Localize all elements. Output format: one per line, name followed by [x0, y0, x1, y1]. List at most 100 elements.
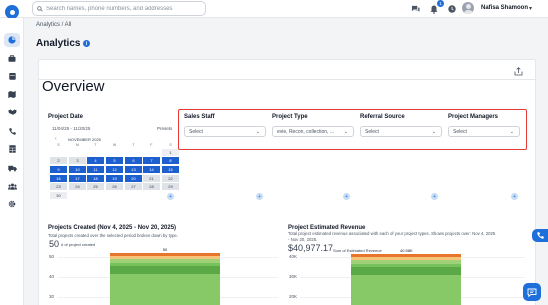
calendar-day[interactable]: 16	[50, 175, 67, 182]
chat-button[interactable]	[523, 283, 541, 301]
users-icon	[7, 183, 17, 190]
project-type-add-button[interactable]: +	[343, 193, 350, 200]
calendar-day[interactable]: 13	[125, 166, 142, 173]
projects-created-title: Projects Created (Nov 4, 2025 - Nov 20, …	[48, 225, 177, 231]
logo[interactable]	[5, 5, 19, 19]
chat-bubbles-icon[interactable]	[410, 4, 420, 14]
calendar-day[interactable]: 20	[125, 175, 142, 182]
calendar-add-button[interactable]: +	[167, 193, 174, 200]
sidebar-item-calendar[interactable]	[4, 69, 20, 83]
calendar-day[interactable]: 29	[162, 183, 179, 190]
sidebar-item-map[interactable]	[4, 87, 20, 101]
calendar-day[interactable]: 8	[162, 157, 179, 164]
y-tick-label: 40K	[289, 254, 298, 259]
calendar-day[interactable]: 5	[106, 157, 123, 164]
bar-segment[interactable]	[110, 266, 220, 274]
analytics-icon	[8, 36, 16, 44]
filter-label-referral-source: Referral Source	[360, 114, 405, 120]
calendar-day[interactable]: 27	[125, 183, 142, 190]
weekday-header: S	[169, 143, 172, 147]
sidebar-item-team[interactable]	[4, 179, 20, 193]
calendar-day[interactable]: 11	[87, 166, 104, 173]
presets-button[interactable]: Presets	[157, 126, 172, 131]
search-icon	[37, 5, 43, 12]
date-range-input[interactable]: 11/04/25 - 11/20/25	[52, 126, 90, 131]
calendar-day[interactable]: 19	[106, 175, 123, 182]
weekday-header: F	[150, 143, 153, 147]
calendar-day[interactable]: 18	[87, 175, 104, 182]
chevron-down-icon: ⌄	[431, 129, 436, 135]
estimated-revenue-subtitle-1: Total project estimated revenue associat…	[288, 231, 496, 236]
calendar-day[interactable]: 28	[143, 183, 160, 190]
calendar-day[interactable]: 15	[162, 166, 179, 173]
avatar[interactable]	[462, 2, 474, 14]
handshake-icon	[7, 109, 17, 115]
weekday-header: T	[94, 143, 97, 147]
sidebar-item-settings[interactable]	[4, 197, 20, 211]
y-tick-label: 30K	[289, 274, 298, 279]
sales-staff-select[interactable]: Select ⌄	[184, 126, 266, 137]
truck-icon	[7, 165, 17, 171]
y-tick-label: 40	[49, 274, 55, 279]
project-managers-add-button[interactable]: +	[511, 193, 518, 200]
calendar-day[interactable]: 25	[87, 183, 104, 190]
notification-badge: 1	[437, 0, 444, 7]
calendar-day[interactable]: 24	[69, 183, 86, 190]
previous-month-button[interactable]: ‹	[55, 136, 57, 142]
phone-icon	[536, 232, 544, 239]
gear-icon	[8, 200, 16, 208]
sales-staff-add-button[interactable]: +	[256, 193, 263, 200]
sidebar-item-calls[interactable]	[4, 124, 20, 138]
bar-segment[interactable]	[351, 275, 461, 305]
projects-created-subtitle: Total projects created over the selected…	[48, 233, 178, 238]
calendar-day[interactable]: 1	[162, 149, 179, 156]
calendar-day[interactable]: 17	[69, 175, 86, 182]
estimated-revenue-caption: Sum of Estimated Revenue	[333, 248, 382, 253]
chevron-down-icon: ⌄	[255, 129, 260, 135]
calendar-day[interactable]: 4	[87, 157, 104, 164]
sidebar-item-leads[interactable]	[4, 105, 20, 119]
filter-label-project-managers: Project Managers	[448, 114, 499, 120]
calendar-day[interactable]: 9	[50, 166, 67, 173]
referral-source-select[interactable]: Select ⌄	[360, 126, 442, 137]
clock-icon[interactable]	[447, 4, 457, 14]
project-type-value: evie, Recon, collection, ...	[277, 128, 334, 135]
spreadsheet-icon	[8, 145, 16, 153]
sidebar-item-projects[interactable]	[4, 51, 20, 65]
calendar-day[interactable]: 12	[106, 166, 123, 173]
calendar-day[interactable]: 6	[125, 157, 142, 164]
y-tick-label: 20K	[289, 294, 298, 299]
bar-segment[interactable]	[110, 274, 220, 305]
calendar-day[interactable]: 2	[50, 157, 67, 164]
calendar-day[interactable]: 10	[69, 166, 86, 173]
user-name[interactable]: Nafisa Shamoon	[481, 5, 528, 11]
calendar-day[interactable]: 22	[162, 175, 179, 182]
chevron-down-icon: ⌄	[509, 129, 514, 135]
bar-segment[interactable]	[351, 267, 461, 275]
calendar-day[interactable]: 14	[143, 166, 160, 173]
referral-source-add-button[interactable]: +	[431, 193, 438, 200]
projects-created-total: 50	[49, 239, 60, 249]
calendar-day[interactable]: 30	[50, 192, 67, 199]
calendar-day[interactable]: 3	[69, 157, 86, 164]
sidebar-item-fleet[interactable]	[4, 161, 20, 175]
calendar-icon	[8, 73, 16, 80]
sidebar-item-analytics[interactable]	[4, 33, 20, 47]
divider	[39, 79, 535, 80]
chevron-down-icon[interactable]: ▾	[529, 5, 532, 12]
share-icon[interactable]	[512, 65, 524, 77]
phone-dialer-button[interactable]	[532, 229, 548, 242]
calendar-day[interactable]: 7	[143, 157, 160, 164]
project-managers-select[interactable]: Select ⌄	[448, 126, 520, 137]
sidebar-item-reports[interactable]	[4, 142, 20, 156]
breadcrumb[interactable]: Analytics / All	[36, 22, 71, 28]
project-type-select[interactable]: evie, Recon, collection, ... ⌄	[272, 126, 354, 137]
global-search[interactable]	[32, 1, 206, 16]
phone-icon	[8, 127, 16, 135]
search-input[interactable]	[46, 5, 196, 12]
calendar-day[interactable]: 21	[143, 175, 160, 182]
info-icon[interactable]: i	[83, 40, 90, 47]
calendar-day[interactable]: 23	[50, 183, 67, 190]
weekday-header: T	[132, 143, 135, 147]
calendar-day[interactable]: 26	[106, 183, 123, 190]
